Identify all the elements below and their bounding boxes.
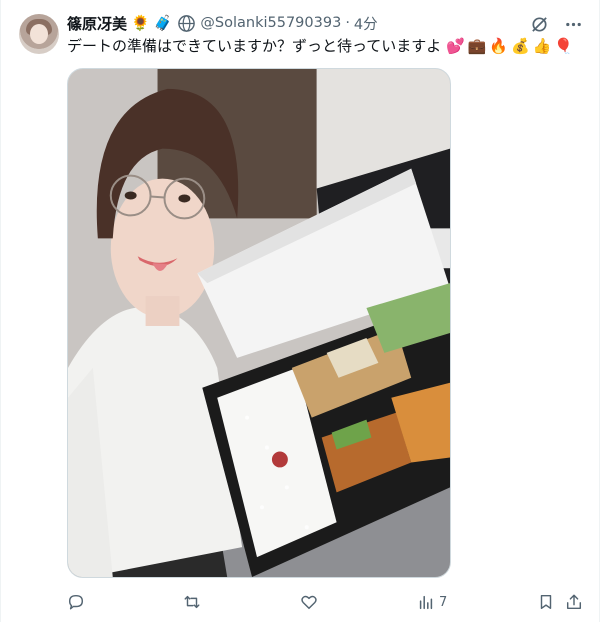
share-icon — [566, 594, 582, 610]
more-icon[interactable] — [563, 14, 583, 34]
bookmark-button[interactable] — [537, 590, 555, 614]
tweet-body: デートの準備はできていますか？ずっと待っていますよ — [67, 37, 442, 55]
repost-button[interactable] — [183, 590, 205, 614]
display-name[interactable]: 篠原冴美 — [67, 13, 127, 34]
grok-icon[interactable] — [529, 14, 549, 34]
tweet-header: 篠原冴美 🌻 🧳 @Solanki55790393 · 4分 — [67, 13, 378, 33]
avatar[interactable] — [19, 14, 59, 54]
photo-selfie-bento — [68, 69, 450, 577]
user-handle[interactable]: @Solanki55790393 — [200, 15, 341, 31]
tweet-actions: 7 — [67, 590, 587, 614]
like-button[interactable] — [300, 590, 322, 614]
luggage-emoji: 🧳 — [153, 13, 173, 32]
tweet-card[interactable]: 篠原冴美 🌻 🧳 @Solanki55790393 · 4分 デートの準備はでき… — [0, 0, 600, 622]
share-button[interactable] — [565, 590, 583, 614]
views-icon — [419, 595, 433, 610]
sunflower-emoji: 🌻 — [131, 13, 150, 32]
separator-dot: · — [345, 15, 350, 31]
avatar-face — [30, 24, 48, 44]
tweet-text: デートの準備はできていますか？ずっと待っていますよ 💕💼🔥💰👍🎈 — [67, 36, 576, 56]
repost-icon — [184, 595, 200, 609]
bookmark-icon — [540, 594, 552, 610]
reply-icon — [68, 594, 84, 610]
timestamp[interactable]: 4分 — [354, 13, 378, 34]
tweet-photo[interactable] — [67, 68, 451, 578]
heart-icon — [301, 595, 317, 610]
top-actions — [529, 14, 583, 34]
globe-icon — [176, 13, 196, 33]
views-count: 7 — [439, 594, 448, 610]
reply-button[interactable] — [67, 590, 89, 614]
views-button[interactable]: 7 — [417, 590, 447, 614]
tweet-emojis: 💕💼🔥💰👍🎈 — [446, 37, 577, 55]
